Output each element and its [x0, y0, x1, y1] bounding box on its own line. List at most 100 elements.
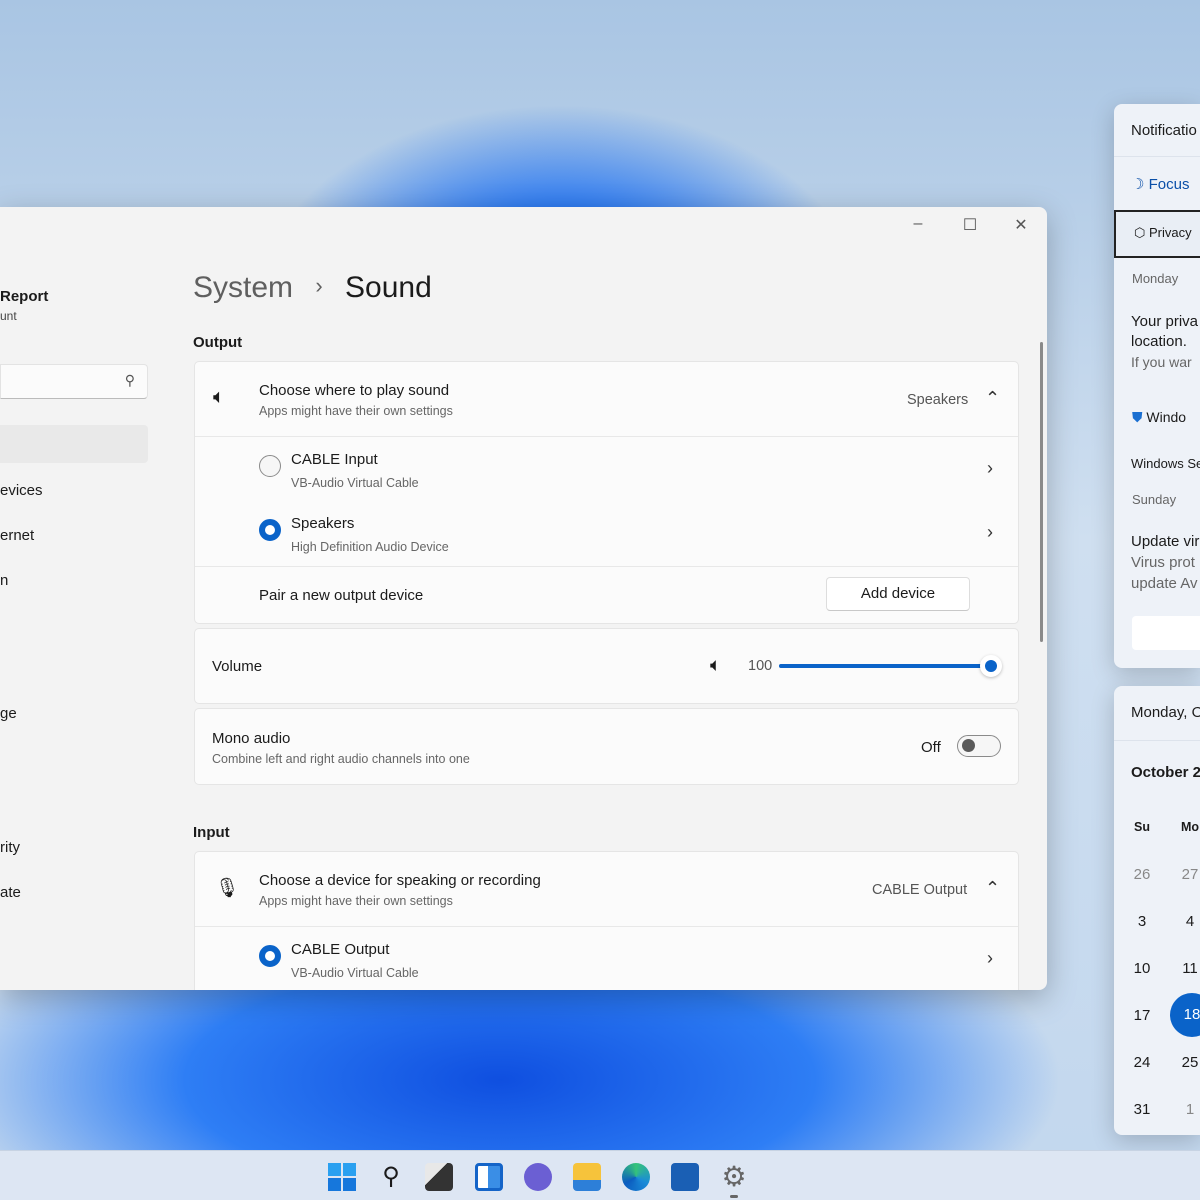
calendar-day[interactable]: 25 — [1170, 1054, 1200, 1071]
taskbar: ⚲ ⚙ — [0, 1150, 1200, 1200]
minimize-button[interactable]: – — [903, 215, 933, 233]
notification-center: Notificatio ☽ Focus ⬡ Privacy Monday You… — [1114, 104, 1200, 668]
update-notification-body[interactable]: Update vir Virus prot update Av — [1131, 531, 1199, 594]
radio-cable-input[interactable] — [259, 455, 281, 477]
volume-label: Volume — [212, 658, 263, 675]
add-device-button[interactable]: Add device — [826, 577, 970, 611]
selected-input-value: CABLE Output — [872, 882, 968, 898]
edge-icon[interactable] — [622, 1163, 650, 1191]
output-heading: Output — [193, 334, 243, 351]
notifications-title: Notificatio — [1131, 122, 1197, 139]
focus-button[interactable]: ☽ Focus — [1131, 175, 1189, 193]
calendar-day[interactable]: 10 — [1122, 960, 1162, 977]
weekday-label: Mo — [1180, 820, 1200, 834]
chevron-up-icon[interactable]: ⌃ — [985, 878, 1000, 899]
breadcrumb-system[interactable]: System — [193, 271, 293, 304]
settings-icon[interactable]: ⚙ — [720, 1163, 748, 1191]
calendar-day[interactable]: 3 — [1122, 913, 1162, 930]
sidebar-item-privacy-security[interactable]: rity — [0, 839, 20, 856]
user-account: unt — [0, 309, 17, 323]
privacy-notification-header[interactable]: ⬡ Privacy — [1114, 210, 1200, 258]
volume-value: 100 — [748, 658, 773, 674]
choose-output-title: Choose where to play sound — [259, 382, 450, 399]
volume-slider-fill — [779, 664, 991, 668]
user-name: Report — [0, 288, 49, 305]
breadcrumb: System › Sound — [193, 271, 432, 305]
input-heading: Input — [193, 824, 230, 841]
mono-audio-toggle[interactable] — [957, 735, 1001, 757]
calendar-day[interactable]: 26 — [1122, 866, 1162, 883]
calendar-day[interactable]: 31 — [1122, 1101, 1162, 1118]
sidebar-item-language[interactable]: ge — [0, 705, 17, 722]
selected-output-value: Speakers — [907, 392, 969, 408]
store-icon[interactable] — [671, 1163, 699, 1191]
maximize-button[interactable]: ☐ — [955, 215, 985, 235]
calendar-date-header[interactable]: Monday, O — [1131, 704, 1200, 721]
device-desc: High Definition Audio Device — [291, 540, 449, 554]
calendar-day[interactable]: 27 — [1170, 866, 1200, 883]
output-device-cable-input[interactable]: CABLE Input VB-Audio Virtual Cable › — [195, 438, 1018, 502]
sidebar-item-windows-update[interactable]: ate — [0, 884, 21, 901]
mono-audio-state: Off — [921, 739, 941, 756]
task-view-icon[interactable] — [425, 1163, 453, 1191]
device-desc: VB-Audio Virtual Cable — [291, 966, 419, 980]
mono-audio-title: Mono audio — [212, 730, 291, 747]
shield-icon: ⬡ — [1134, 225, 1146, 240]
calendar-panel: Monday, O October 2 Su Mo 26 27 3 4 10 11 17 18 24… — [1114, 686, 1200, 1135]
volume-card: Volume 🔈︎ 100 — [194, 628, 1019, 704]
input-device-cable-output[interactable]: CABLE Output VB-Audio Virtual Cable › — [195, 928, 1018, 990]
chevron-right-icon[interactable]: › — [987, 458, 993, 479]
output-device-speakers[interactable]: Speakers High Definition Audio Device › — [195, 502, 1018, 567]
search-icon[interactable]: ⚲ — [377, 1163, 405, 1191]
input-device-card: 🎙︎ Choose a device for speaking or recor… — [194, 851, 1019, 990]
pair-device-label: Pair a new output device — [259, 587, 424, 604]
choose-input-row[interactable]: 🎙︎ Choose a device for speaking or recor… — [195, 852, 1018, 927]
chevron-right-icon[interactable]: › — [987, 522, 993, 543]
day-label: Sunday — [1132, 492, 1177, 507]
chevron-right-icon[interactable]: › — [987, 948, 993, 969]
active-app-indicator — [730, 1195, 738, 1198]
volume-slider[interactable] — [779, 664, 991, 668]
speaker-icon: 🔈︎ — [213, 386, 225, 408]
choose-input-title: Choose a device for speaking or recordin… — [259, 872, 541, 889]
windows-security-item[interactable]: ⛊ Windo — [1132, 409, 1186, 426]
search-icon: ⚲ — [124, 372, 135, 388]
calendar-day[interactable]: 17 — [1122, 1007, 1162, 1024]
calendar-day[interactable]: 11 — [1170, 960, 1200, 977]
windows-security-icon: ⛊ — [1132, 409, 1143, 425]
choose-input-subtitle: Apps might have their own settings — [259, 894, 453, 908]
radio-speakers[interactable] — [259, 519, 281, 541]
sidebar-item-system[interactable] — [0, 425, 148, 463]
breadcrumb-separator: › — [315, 273, 323, 298]
chevron-up-icon[interactable]: ⌃ — [985, 388, 1000, 409]
microphone-icon: 🎙︎ — [215, 878, 240, 899]
radio-cable-output[interactable] — [259, 945, 281, 967]
close-button[interactable]: ✕ — [1006, 215, 1036, 235]
volume-icon[interactable]: 🔈︎ — [710, 655, 721, 677]
choose-output-row[interactable]: 🔈︎ Choose where to play sound Apps might… — [195, 362, 1018, 437]
calendar-month[interactable]: October 2 — [1131, 764, 1200, 781]
weekday-label: Su — [1134, 820, 1150, 834]
device-name: CABLE Input — [291, 451, 378, 468]
sidebar-item-devices[interactable]: evices — [0, 482, 43, 499]
windows-security-group: Windows Se — [1131, 456, 1200, 471]
calendar-day[interactable]: 4 — [1170, 913, 1200, 930]
mono-audio-subtitle: Combine left and right audio channels in… — [212, 752, 470, 766]
notification-action-button[interactable] — [1132, 616, 1200, 650]
privacy-notification-body[interactable]: Your priva location. If you war — [1131, 312, 1198, 372]
mono-audio-card: Mono audio Combine left and right audio … — [194, 708, 1019, 785]
calendar-day[interactable]: 24 — [1122, 1054, 1162, 1071]
calendar-day[interactable]: 1 — [1170, 1101, 1200, 1118]
settings-search-input[interactable]: ⚲ — [0, 364, 148, 399]
widgets-icon[interactable] — [475, 1163, 503, 1191]
calendar-day[interactable]: 18 — [1170, 993, 1200, 1037]
scrollbar[interactable] — [1040, 342, 1043, 642]
sidebar-item-personalization[interactable]: n — [0, 572, 8, 589]
teams-chat-icon[interactable] — [524, 1163, 552, 1191]
file-explorer-icon[interactable] — [573, 1163, 601, 1191]
device-name: Speakers — [291, 515, 355, 532]
choose-output-subtitle: Apps might have their own settings — [259, 404, 453, 418]
start-icon[interactable] — [328, 1163, 356, 1191]
volume-slider-thumb[interactable] — [980, 655, 1002, 677]
sidebar-item-network[interactable]: ernet — [0, 527, 34, 544]
